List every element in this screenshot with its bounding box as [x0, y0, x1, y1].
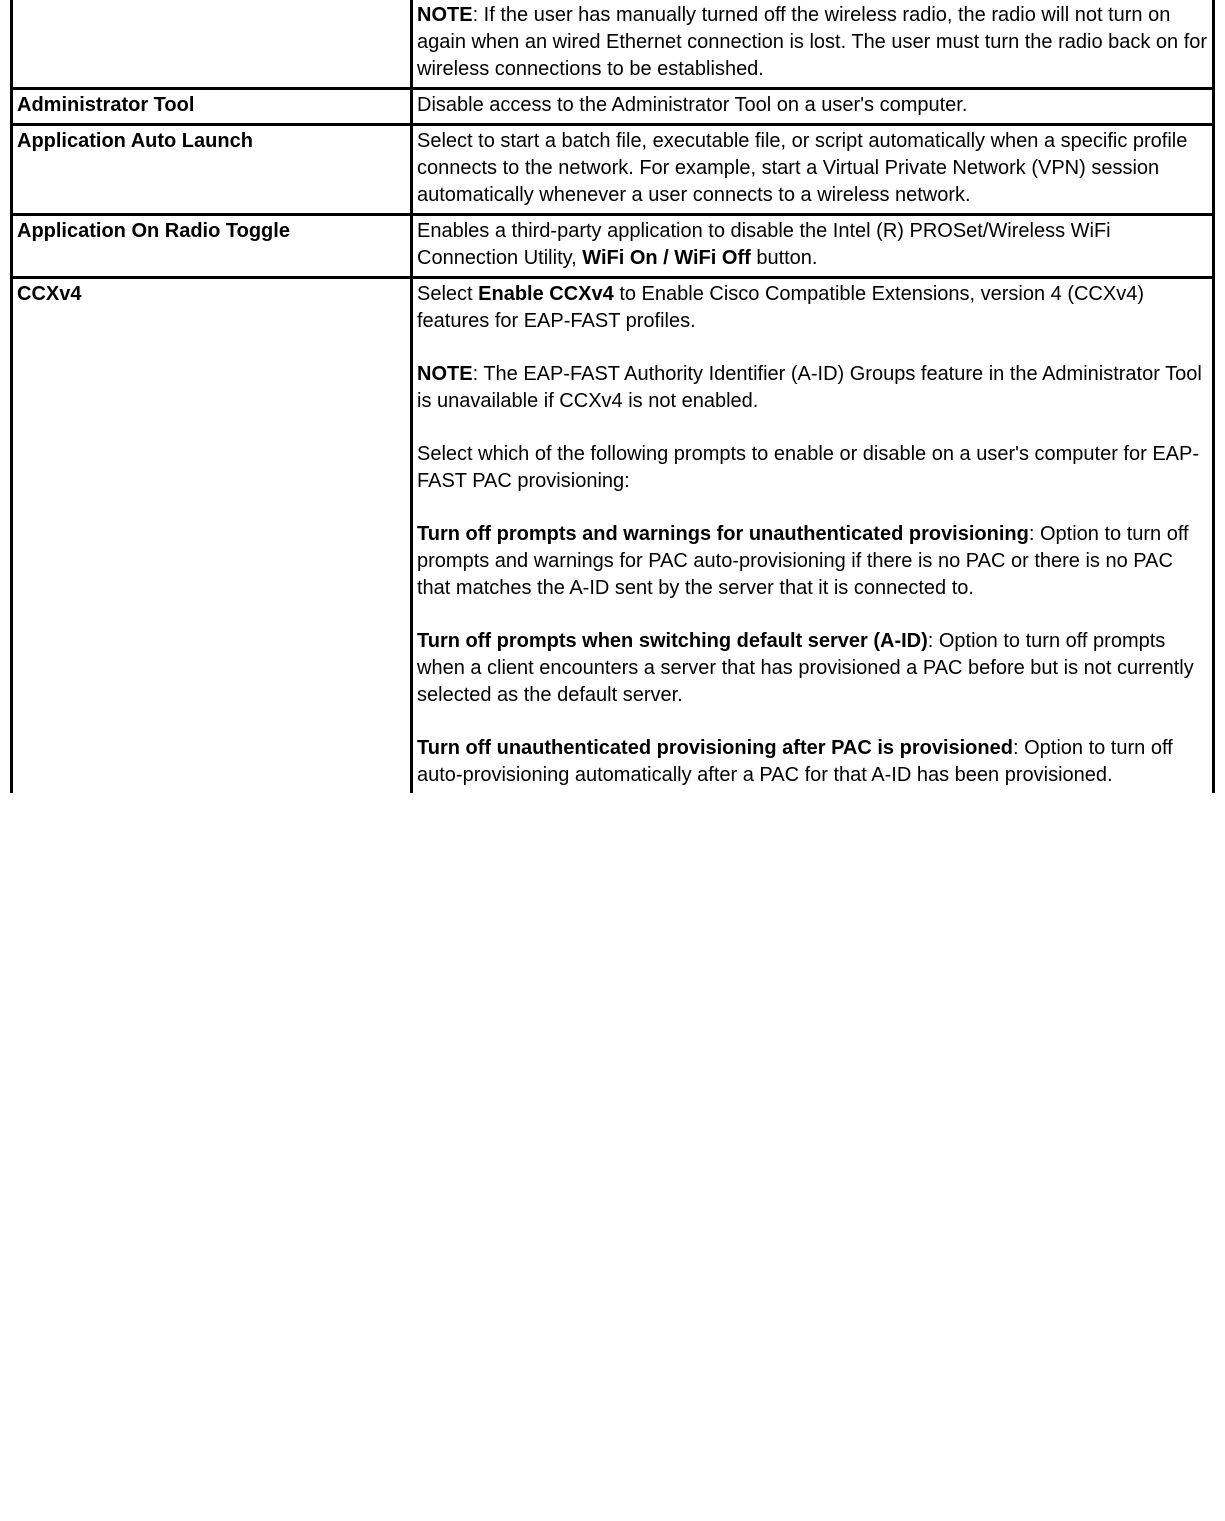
setting-name-cell: Administrator Tool	[12, 89, 412, 125]
setting-name-cell: Application Auto Launch	[12, 125, 412, 215]
setting-description-cell: Select to start a batch file, executable…	[412, 125, 1214, 215]
settings-table: NOTE: If the user has manually turned of…	[10, 0, 1215, 793]
table-row: Application Auto LaunchSelect to start a…	[12, 125, 1214, 215]
table-row: CCXv4Select Enable CCXv4 to Enable Cisco…	[12, 278, 1214, 794]
setting-name-cell: Application On Radio Toggle	[12, 215, 412, 278]
setting-name-cell: CCXv4	[12, 278, 412, 794]
setting-description-cell: NOTE: If the user has manually turned of…	[412, 0, 1214, 89]
table-row: Application On Radio ToggleEnables a thi…	[12, 215, 1214, 278]
table-row: Administrator ToolDisable access to the …	[12, 89, 1214, 125]
table-row: NOTE: If the user has manually turned of…	[12, 0, 1214, 89]
setting-description-cell: Select Enable CCXv4 to Enable Cisco Comp…	[412, 278, 1214, 794]
setting-description-cell: Enables a third-party application to dis…	[412, 215, 1214, 278]
setting-description-cell: Disable access to the Administrator Tool…	[412, 89, 1214, 125]
setting-name-cell	[12, 0, 412, 89]
